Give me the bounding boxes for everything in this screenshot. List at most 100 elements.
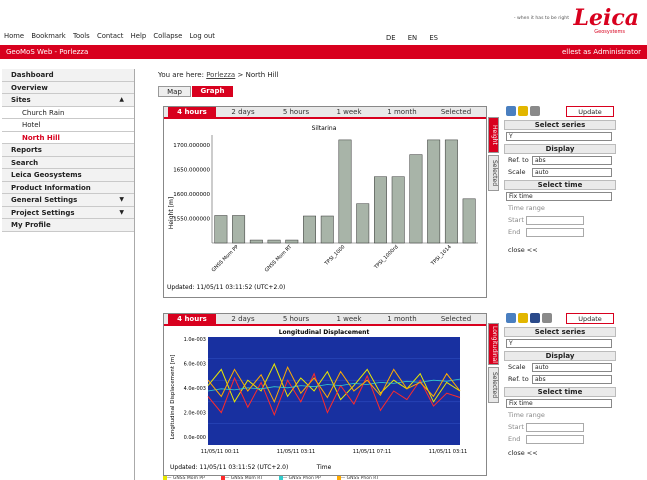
series-select[interactable]: Y: [506, 132, 612, 141]
sidebar-item-leica-geosystems[interactable]: Leica Geosystems: [2, 169, 134, 182]
sidebar-item-sites[interactable]: Sites ▲: [2, 94, 134, 107]
chart-icon[interactable]: [506, 313, 516, 323]
end-date-input[interactable]: [526, 228, 584, 237]
sidebar-item-north-hill[interactable]: North Hill: [2, 131, 134, 144]
time-range-label: Time range: [508, 204, 545, 212]
side-tab-height[interactable]: Height: [488, 117, 499, 153]
start-label: Start: [508, 423, 524, 431]
app-title: GeoMoS Web - Porlezza: [6, 48, 89, 56]
legend-item: — GNSS Phon RT: [336, 476, 379, 480]
sidebar-item-search[interactable]: Search: [2, 156, 134, 169]
bar: [303, 215, 316, 244]
close-link[interactable]: close <<: [504, 449, 616, 457]
save-icon[interactable]: [530, 313, 540, 323]
update-button[interactable]: Update: [566, 313, 614, 324]
lang-es[interactable]: ES: [429, 34, 438, 42]
tab-4-hours[interactable]: 4 hours: [168, 314, 216, 324]
bar: [356, 203, 370, 244]
display-header: Display: [504, 144, 616, 154]
tab-4-hours[interactable]: 4 hours: [168, 107, 216, 117]
tab-5-hours[interactable]: 5 hours: [270, 314, 322, 324]
sidebar-item-dashboard[interactable]: Dashboard: [2, 69, 134, 82]
start-date-input[interactable]: [526, 216, 584, 225]
tab-2-days[interactable]: 2 days: [218, 107, 268, 117]
fix-time-select[interactable]: Fix time: [506, 192, 612, 201]
user-status[interactable]: ellest as Administrator: [562, 45, 641, 59]
chevron-down-icon[interactable]: ▼: [119, 207, 124, 219]
time-range-tabs-2: 4 hours 2 days 5 hours 1 week 1 month Se…: [164, 314, 486, 326]
tab-1-month[interactable]: 1 month: [376, 314, 428, 324]
menu-bookmark[interactable]: Bookmark: [31, 32, 65, 40]
x-axis-label: Time: [316, 464, 332, 471]
tab-1-month[interactable]: 1 month: [376, 107, 428, 117]
y-tick-label: 6.0e-003: [184, 362, 206, 368]
displacement-line-chart: Longitudinal Displacement Longitudinal D…: [170, 329, 467, 471]
tab-selected[interactable]: Selected: [430, 314, 482, 324]
start-date-input[interactable]: [526, 423, 584, 432]
chevron-up-icon[interactable]: ▲: [119, 94, 124, 106]
fix-time-select[interactable]: Fix time: [506, 399, 612, 408]
bar: [267, 239, 281, 244]
displacement-graph-panel: 4 hours 2 days 5 hours 1 week 1 month Se…: [163, 313, 487, 476]
menu-contact[interactable]: Contact: [97, 32, 123, 40]
bar: [374, 176, 387, 244]
x-tick-label: GNSS Mom PP: [211, 244, 240, 273]
ref-select[interactable]: abs: [532, 375, 612, 384]
star-icon[interactable]: [518, 313, 528, 323]
menu-logout[interactable]: Log out: [190, 32, 215, 40]
graph-controls-2: Update Select series Y Display Scale auto…: [504, 313, 616, 457]
close-link[interactable]: close <<: [504, 246, 616, 254]
plot-area: [208, 337, 460, 445]
sidebar-item-project-settings[interactable]: Project Settings ▼: [2, 206, 134, 219]
side-tab-longitudinal[interactable]: Longitudinal: [488, 323, 499, 365]
series-select[interactable]: Y: [506, 339, 612, 348]
updated-timestamp: Updated: 11/05/11 03:11:52 (UTC+2.0): [167, 284, 285, 291]
sidebar-item-reports[interactable]: Reports: [2, 144, 134, 157]
x-tick-label: TPSI_1000rd: [373, 244, 400, 271]
side-tab-selected[interactable]: Selected: [488, 155, 499, 191]
menu-tools[interactable]: Tools: [73, 32, 90, 40]
sidebar-item-hotel[interactable]: Hotel: [2, 119, 134, 132]
top-menu: Home Bookmark Tools Contact Help Collaps…: [0, 32, 647, 44]
chevron-down-icon[interactable]: ▼: [119, 194, 124, 206]
side-tab-selected[interactable]: Selected: [488, 367, 499, 403]
time-range-tabs: 4 hours 2 days 5 hours 1 week 1 month Se…: [164, 107, 486, 119]
sidebar-item-product-information[interactable]: Product Information: [2, 181, 134, 194]
bar: [214, 215, 228, 244]
bar: [462, 198, 476, 244]
lang-en[interactable]: EN: [408, 34, 417, 42]
scale-label: Scale: [508, 363, 526, 371]
menu-collapse[interactable]: Collapse: [153, 32, 182, 40]
scale-select[interactable]: auto: [532, 363, 612, 372]
menu-help[interactable]: Help: [131, 32, 147, 40]
chart-title: Siltarina: [312, 125, 337, 132]
lang-de[interactable]: DE: [386, 34, 396, 42]
ref-select[interactable]: abs: [532, 156, 612, 165]
tab-graph[interactable]: Graph: [192, 86, 233, 97]
end-date-input[interactable]: [526, 435, 584, 444]
star-icon[interactable]: [518, 106, 528, 116]
tab-1-week[interactable]: 1 week: [324, 107, 374, 117]
scale-select[interactable]: auto: [532, 168, 612, 177]
chart-icon[interactable]: [506, 106, 516, 116]
sidebar-item-general-settings[interactable]: General Settings ▼: [2, 194, 134, 207]
print-icon[interactable]: [530, 106, 540, 116]
tab-selected[interactable]: Selected: [430, 107, 482, 117]
update-button[interactable]: Update: [566, 106, 614, 117]
tab-5-hours[interactable]: 5 hours: [270, 107, 322, 117]
chart-title: Longitudinal Displacement: [279, 329, 370, 336]
bar: [320, 215, 334, 244]
x-tick-label: 11/05/11 00:11: [201, 449, 239, 455]
tab-1-week[interactable]: 1 week: [324, 314, 374, 324]
print-icon[interactable]: [542, 313, 552, 323]
y-tick-label: 2.0e-003: [184, 411, 206, 417]
sidebar-item-overview[interactable]: Overview: [2, 81, 134, 94]
menu-home[interactable]: Home: [4, 32, 24, 40]
bar: [249, 239, 263, 244]
sidebar-item-my-profile[interactable]: My Profile: [2, 219, 134, 232]
sidebar-item-church-rain[interactable]: Church Rain: [2, 106, 134, 119]
tab-map[interactable]: Map: [158, 86, 191, 97]
leica-logo[interactable]: Leica: [574, 5, 639, 31]
tab-2-days[interactable]: 2 days: [218, 314, 268, 324]
breadcrumb-link[interactable]: Porlezza: [206, 71, 235, 79]
